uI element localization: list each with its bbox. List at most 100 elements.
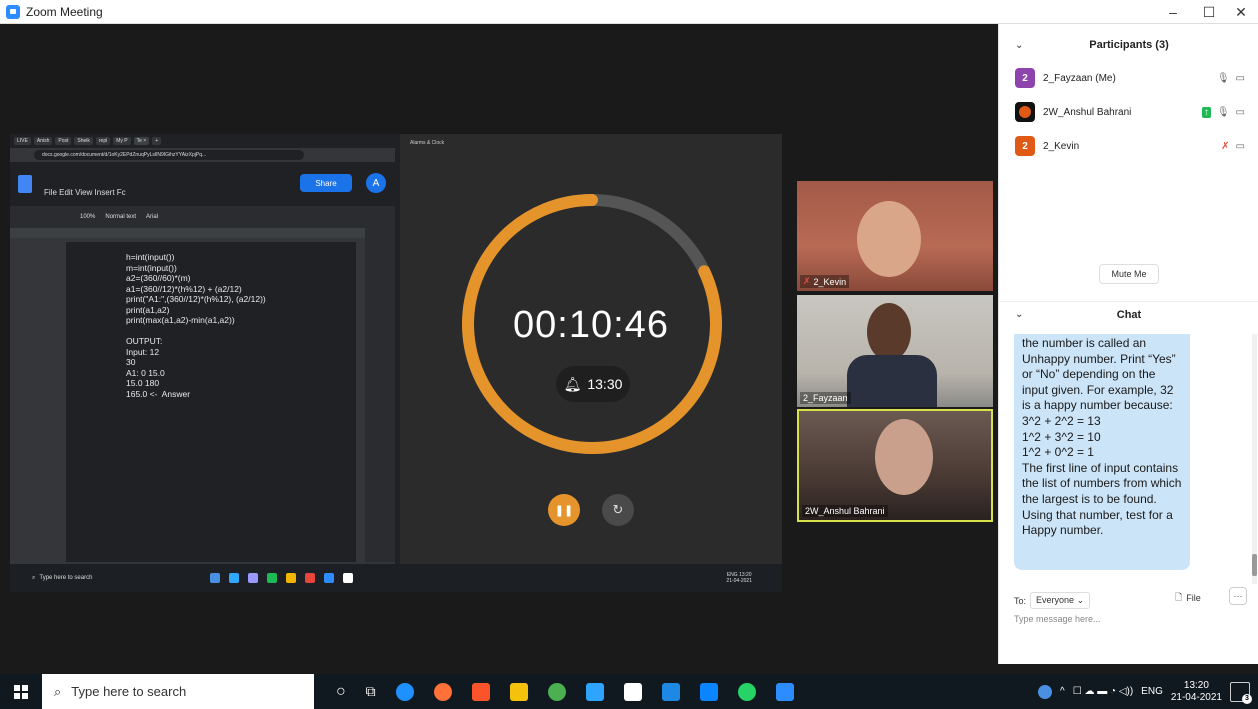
to-label: To: [1014,595,1027,606]
firefox-icon[interactable] [433,682,452,701]
brave-icon[interactable] [471,682,490,701]
meeting-stage: LIVE Anish Post Sheik repl My P Te × + d… [0,24,998,664]
notification-icon[interactable]: 3 [1230,681,1252,704]
docs-ruler [10,228,395,238]
avatar [1015,102,1035,122]
maximize-button[interactable]: ☐ [1192,0,1226,24]
tray-icons: ☐ ☁ ▬ ◔ ◁)) [1072,686,1134,697]
browser-tab: My P [113,137,131,145]
shared-taskbar-icons [210,573,353,583]
docs-share-button: Share [300,174,352,192]
store-icon[interactable] [623,682,642,701]
browser-tab: repl [95,137,111,145]
video-name-label: 2W_Anshul Bahrani [802,505,888,517]
participant-video [857,201,921,277]
video-tile-anshul[interactable]: 2W_Anshul Bahrani [797,409,993,522]
app-icon [210,573,220,583]
participant-status: ✗ ▭ [1221,141,1245,152]
more-button[interactable]: ··· [1229,587,1247,605]
participant-video [847,355,937,407]
recipient-value: Everyone [1036,595,1075,605]
video-name-label: ✗ 2_Kevin [800,275,850,288]
windows-start-icon[interactable] [0,674,42,709]
mail-icon[interactable] [699,682,718,701]
screen-share-icon: ↑ [1201,106,1211,118]
tray-app-icon[interactable] [1038,684,1052,699]
chevron-down-icon: ⌄ [1076,595,1085,605]
zoom-icon[interactable] [775,682,794,701]
mic-muted-icon: ✗ [1221,140,1230,152]
video-tile-kevin[interactable]: ✗ 2_Kevin [797,181,993,291]
url-text: docs.google.com/document/d/1oKy2EPdZnuqP… [34,150,304,160]
recipient-select[interactable]: Everyone ⌄ [1030,592,1091,609]
browser-tab: LIVE [14,137,31,145]
participant-row[interactable]: 2 2_Fayzaan (Me) 🎙︎ ▭ [1015,66,1245,90]
taskbar-search[interactable]: ⌕ Type here to search [42,674,314,709]
app-icon [286,573,296,583]
new-tab: + [152,137,162,145]
participant-video [875,419,933,495]
camera-icon: ▭ [1235,106,1245,118]
scrollbar-thumb [1252,554,1257,576]
file-label: File [1186,593,1201,603]
edge-icon[interactable] [395,682,414,701]
language-indicator[interactable]: ENG [1141,686,1163,697]
docs-icon [18,175,32,193]
browser-tab-active: Te × [133,137,150,145]
shared-taskbar: ⌕ Type here to search ENG 13:20 21-04-20… [10,564,782,592]
participant-row[interactable]: 2W_Anshul Bahrani ↑ 🎙︎ ▭ [1015,100,1245,124]
style-select: Normal text [105,214,137,220]
chevron-down-icon[interactable]: ⌄ [1015,40,1023,51]
participant-row[interactable]: 2 2_Kevin ✗ ▭ [1015,134,1245,158]
minimize-button[interactable]: – [1156,0,1190,24]
close-button[interactable]: ✕ [1224,0,1258,24]
avatar: 2 [1015,68,1035,88]
font-select: Arial [146,214,159,220]
docs-header: File Edit View Insert Fc Share A [10,162,395,206]
shared-search: ⌕ Type here to search [32,575,182,582]
chat-title: Chat [1116,308,1142,321]
taskbar-apps: ○ ⧉ [336,682,794,701]
dropbox-icon[interactable] [661,682,680,701]
search-icon: ⌕ [32,574,36,581]
doc-code-text: h=int(input()) m=int(input()) a2=(360//6… [126,252,266,399]
file-explorer-icon[interactable] [509,682,528,701]
video-tile-fayzaan[interactable]: 2_Fayzaan [797,295,993,407]
mute-me-button[interactable]: Mute Me [1099,264,1159,284]
docs-page: h=int(input()) m=int(input()) a2=(360//6… [66,242,356,562]
vscode-icon[interactable] [585,682,604,701]
video-name: 2W_Anshul Bahrani [805,506,885,516]
chat-scrollbar[interactable] [1252,334,1257,584]
browser-address-bar: docs.google.com/document/d/1oKy2EPdZnuqP… [10,148,395,162]
zoom-logo-icon [6,4,20,19]
browser-tabs: LIVE Anish Post Sheik repl My P Te × + [10,134,395,148]
cortana-icon[interactable]: ○ [336,683,346,701]
file-icon: 🗋︎ [1175,592,1183,602]
shared-search-text: Type here to search [39,575,93,581]
avatar-logo [1019,106,1031,118]
docs-toolbar: 100% Normal text Arial [10,206,395,228]
chevron-down-icon[interactable]: ⌄ [1015,309,1023,320]
app-icon [248,573,258,583]
docs-menu: File Edit View Insert Fc [44,188,126,197]
docs-side-panel [365,212,395,562]
chevron-up-icon[interactable]: ^ [1060,686,1065,697]
alarm-chip: 🔔︎ 13:30 [556,366,630,402]
whatsapp-icon[interactable] [737,682,756,701]
camera-icon: ▭ [1235,72,1245,84]
browser-tab: Sheik [74,137,93,145]
file-button[interactable]: 🗋︎ File [1175,590,1201,606]
participant-status: ↑ 🎙︎ ▭ [1201,106,1245,118]
chrome-icon[interactable] [547,682,566,701]
taskbar-clock[interactable]: 13:20 21-04-2021 [1171,680,1222,704]
video-name-label: 2_Fayzaan [800,392,851,404]
avatar: 2 [1015,136,1035,156]
task-view-icon[interactable]: ⧉ [366,683,376,700]
participants-header: ⌄ Participants (3) [999,32,1258,58]
chat-input[interactable]: Type message here... [1014,614,1101,624]
mic-icon: 🎙︎ [1216,106,1230,118]
app-icon [229,573,239,583]
mic-icon: 🎙︎ [1216,72,1230,84]
chat-message-text: the number is called an Unhappy number. … [1022,336,1182,538]
mic-muted-icon: ✗ [803,276,811,286]
